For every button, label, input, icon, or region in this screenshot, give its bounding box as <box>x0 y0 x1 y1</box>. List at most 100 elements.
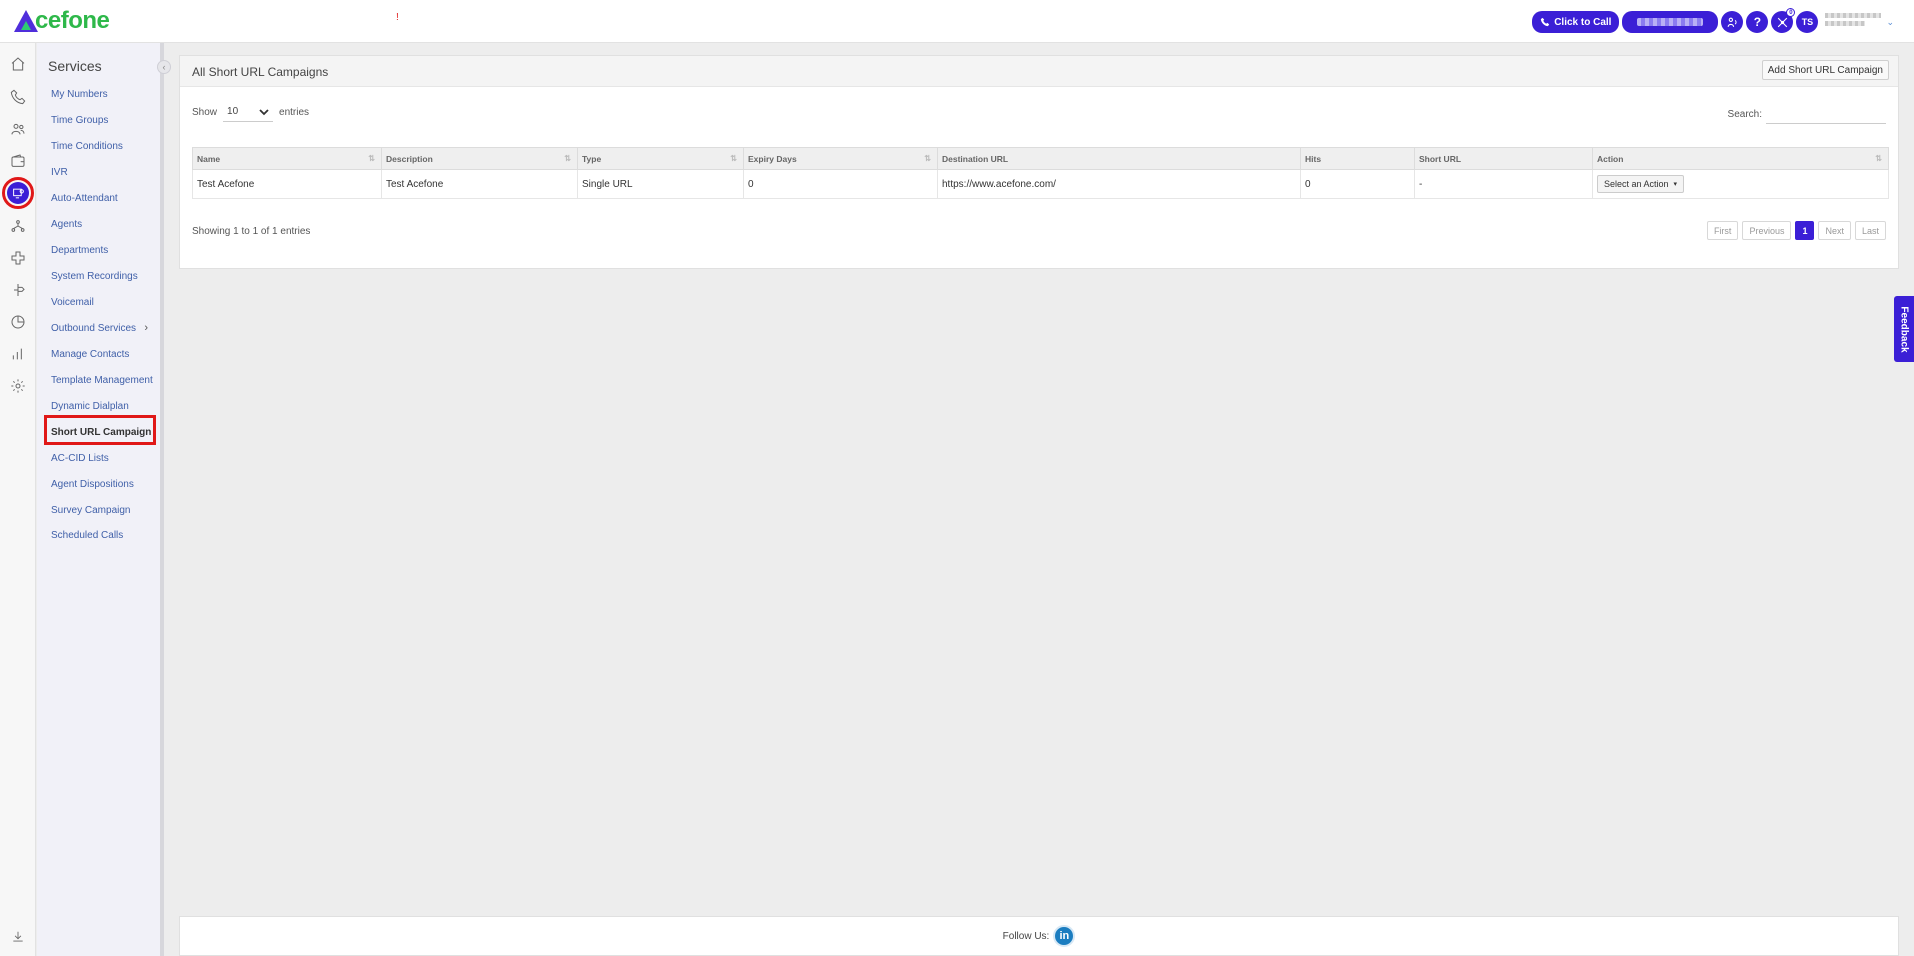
add-short-url-campaign-button[interactable]: Add Short URL Campaign <box>1761 60 1889 80</box>
follow-us-label: Follow Us: <box>1002 930 1050 942</box>
chevron-down-icon[interactable]: ⌄ <box>1886 17 1894 28</box>
sidebar-item-voicemail[interactable]: Voicemail <box>51 297 94 308</box>
column-description[interactable]: Description ⇅ <box>381 147 578 170</box>
search-input[interactable] <box>1766 104 1886 124</box>
help-icon[interactable]: ? <box>1746 11 1769 33</box>
column-destination-url[interactable]: Destination URL <box>937 147 1301 170</box>
analytics-icon[interactable] <box>9 345 27 363</box>
sidebar-item-agents[interactable]: Agents <box>51 219 82 230</box>
acefone-logo[interactable]: cefone <box>14 7 110 34</box>
cell-hits: 0 <box>1300 169 1415 199</box>
show-label: Show <box>192 106 218 118</box>
first-page-button[interactable]: First <box>1706 221 1739 240</box>
sort-icon: ⇅ <box>924 154 931 163</box>
chevron-right-icon[interactable]: › <box>144 322 148 334</box>
logo-text: cefone <box>35 7 110 34</box>
page-title: All Short URL Campaigns <box>192 65 329 79</box>
entries-select[interactable]: 10 <box>223 102 274 122</box>
click-to-call-button[interactable]: Click to Call <box>1532 11 1620 33</box>
icon-rail <box>0 43 36 956</box>
sidebar-item-agent-dispositions[interactable]: Agent Dispositions <box>51 479 134 490</box>
notification-badge: 0 <box>1786 8 1796 17</box>
top-bar: cefone ! Click to Call ? 0 TS ⌄ <box>0 0 1914 43</box>
table-header-row: Name ⇅ Description ⇅ Type ⇅ Expiry Days ⇅ De… <box>192 147 1889 170</box>
sidebar-item-auto-attendant[interactable]: Auto-Attendant <box>51 193 118 204</box>
sidebar-item-my-numbers[interactable]: My Numbers <box>51 89 108 100</box>
wallet-icon[interactable] <box>9 152 27 170</box>
sidebar-item-departments[interactable]: Departments <box>51 245 108 256</box>
sort-icon: ⇅ <box>730 154 737 163</box>
last-page-button[interactable]: Last <box>1854 221 1886 240</box>
account-number-button[interactable] <box>1622 11 1719 33</box>
home-icon[interactable] <box>9 55 27 73</box>
short-url-campaigns-panel: All Short URL Campaigns Add Short URL Ca… <box>179 55 1899 269</box>
avatar[interactable]: TS <box>1796 11 1819 33</box>
sort-icon: ⇅ <box>1875 154 1882 163</box>
sidebar-item-time-conditions[interactable]: Time Conditions <box>51 141 123 152</box>
redacted-user-name[interactable] <box>1825 13 1882 31</box>
cell-short-url: - <box>1414 169 1593 199</box>
click-to-call-label: Click to Call <box>1554 16 1612 28</box>
search-control: Search: <box>1728 104 1886 124</box>
column-hits[interactable]: Hits <box>1300 147 1415 170</box>
cell-destination-url: https://www.acefone.com/ <box>937 169 1301 199</box>
sidebar-item-time-groups[interactable]: Time Groups <box>51 115 108 126</box>
search-label: Search: <box>1727 108 1762 120</box>
users-icon[interactable] <box>9 120 27 138</box>
column-name[interactable]: Name ⇅ <box>192 147 382 170</box>
table-info: Showing 1 to 1 of 1 entries <box>192 226 311 237</box>
sidebar-item-survey-campaign[interactable]: Survey Campaign <box>51 505 130 516</box>
column-type[interactable]: Type ⇅ <box>577 147 744 170</box>
integrations-icon[interactable] <box>9 249 27 267</box>
page-1-button[interactable]: 1 <box>1795 221 1815 240</box>
settings-icon[interactable] <box>9 377 27 395</box>
sidebar-item-system-recordings[interactable]: System Recordings <box>51 271 138 282</box>
panel-header: All Short URL Campaigns Add Short URL Ca… <box>180 56 1898 87</box>
network-icon[interactable] <box>9 217 27 235</box>
pagination: First Previous 1 Next Last <box>1706 221 1886 240</box>
sidebar-item-dynamic-dialplan[interactable]: Dynamic Dialplan <box>51 401 129 412</box>
select-action-dropdown[interactable]: Select an Action ▾ <box>1597 175 1685 193</box>
sort-icon: ⇅ <box>368 154 375 163</box>
logo-mark <box>14 10 38 32</box>
footer: Follow Us: in <box>179 916 1899 956</box>
cell-action: Select an Action ▾ <box>1592 169 1889 199</box>
chevron-down-icon <box>259 108 269 115</box>
previous-page-button[interactable]: Previous <box>1742 221 1792 240</box>
sort-icon: ⇅ <box>564 154 571 163</box>
table-row: Test Acefone Test Acefone Single URL 0 h… <box>192 169 1889 199</box>
sidebar-item-ac-cid-lists[interactable]: AC-CID Lists <box>51 453 109 464</box>
reports-icon[interactable] <box>9 313 27 331</box>
column-short-url[interactable]: Short URL <box>1414 147 1593 170</box>
notifications-icon[interactable]: 0 <box>1771 8 1796 33</box>
cell-type: Single URL <box>577 169 744 199</box>
column-expiry-days[interactable]: Expiry Days ⇅ <box>743 147 938 170</box>
header-actions: Click to Call ? 0 TS ⌄ <box>1532 8 1894 34</box>
sidebar-item-short-url-campaign[interactable]: Short URL Campaign <box>51 427 151 438</box>
cell-expiry-days: 0 <box>743 169 938 199</box>
sidebar-item-ivr[interactable]: IVR <box>51 167 68 178</box>
sidebar-item-outbound-services[interactable]: Outbound Services <box>51 323 136 334</box>
redacted-number <box>1637 18 1704 26</box>
collapse-sidebar-button[interactable]: ‹ <box>157 60 171 74</box>
agent-status-icon[interactable] <box>1721 11 1744 33</box>
linkedin-icon[interactable]: in <box>1053 925 1076 947</box>
sidebar-item-scheduled-calls[interactable]: Scheduled Calls <box>51 530 123 541</box>
download-icon[interactable] <box>11 930 25 947</box>
column-action[interactable]: Action ⇅ <box>1592 147 1889 170</box>
cell-description: Test Acefone <box>381 169 578 199</box>
phone-icon[interactable] <box>9 88 27 106</box>
feedback-tab[interactable]: Feedback <box>1894 296 1914 362</box>
sidebar-item-manage-contacts[interactable]: Manage Contacts <box>51 349 129 360</box>
alert-mark: ! <box>396 12 399 23</box>
entries-length-control: Show 10 entries <box>192 102 309 122</box>
cell-name: Test Acefone <box>192 169 382 199</box>
routing-icon[interactable] <box>9 281 27 299</box>
phone-icon <box>1541 17 1550 27</box>
next-page-button[interactable]: Next <box>1818 221 1851 240</box>
sidebar-item-template-management[interactable]: Template Management <box>51 375 153 386</box>
services-icon[interactable] <box>2 177 34 209</box>
caret-down-icon: ▾ <box>1673 181 1678 188</box>
entries-label: entries <box>279 106 310 118</box>
campaigns-table: Name ⇅ Description ⇅ Type ⇅ Expiry Days ⇅ De… <box>192 147 1889 199</box>
